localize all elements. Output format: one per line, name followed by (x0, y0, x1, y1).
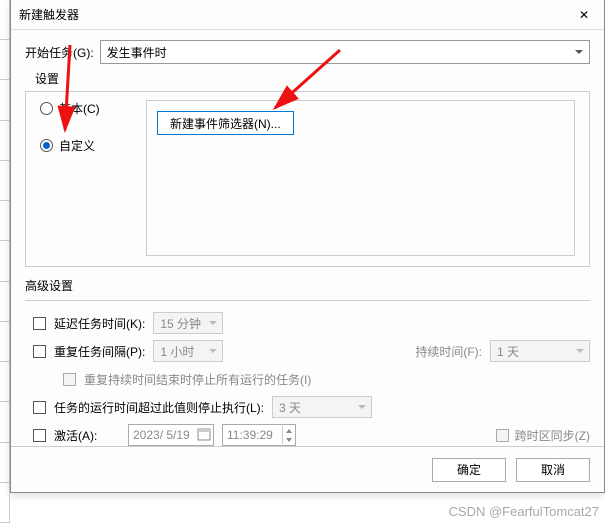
cancel-button[interactable]: 取消 (516, 458, 590, 482)
timeout-value: 3 天 (279, 399, 301, 416)
spinner-icon[interactable] (282, 426, 294, 444)
title-bar: 新建触发器 ✕ (11, 0, 604, 30)
activate-time[interactable]: 11:39:29 (222, 424, 296, 446)
close-icon: ✕ (579, 8, 589, 22)
delay-select[interactable]: 15 分钟 (153, 312, 223, 334)
new-event-filter-button[interactable]: 新建事件筛选器(N)... (157, 111, 294, 135)
repeat-value: 1 小时 (160, 343, 194, 360)
radio-basic-label: 基本(C) (59, 100, 100, 117)
radio-custom[interactable] (40, 139, 53, 152)
activate-checkbox[interactable] (33, 429, 46, 442)
activate-time-value: 11:39:29 (227, 428, 273, 442)
close-button[interactable]: ✕ (564, 0, 604, 30)
stop-after-label: 重复持续时间结束时停止所有运行的任务(I) (84, 371, 311, 388)
dialog-title: 新建触发器 (19, 6, 564, 23)
repeat-label: 重复任务间隔(P): (54, 343, 145, 360)
settings-label: 设置 (35, 70, 590, 87)
stop-after-checkbox (63, 373, 76, 386)
sync-activate-checkbox (496, 429, 509, 442)
ok-button[interactable]: 确定 (432, 458, 506, 482)
activate-date[interactable]: 2023/ 5/19 (128, 424, 214, 446)
ok-label: 确定 (457, 461, 481, 478)
delay-label: 延迟任务时间(K): (54, 315, 145, 332)
duration-value: 1 天 (497, 343, 519, 360)
start-task-label: 开始任务(G): (25, 44, 94, 61)
cancel-label: 取消 (541, 461, 565, 478)
repeat-select[interactable]: 1 小时 (153, 340, 223, 362)
start-task-combo[interactable]: 发生事件时 (100, 40, 590, 64)
activate-label: 激活(A): (54, 427, 120, 444)
dialog-footer: 确定 取消 (11, 446, 604, 492)
advanced-group: 延迟任务时间(K): 15 分钟 重复任务间隔(P): 1 小时 持续时间(F)… (25, 300, 590, 446)
calendar-icon (197, 427, 211, 441)
delay-checkbox[interactable] (33, 317, 46, 330)
activate-date-value: 2023/ 5/19 (133, 428, 190, 442)
settings-group: 基本(C) 自定义 新建事件筛选器(N)... (25, 91, 590, 267)
duration-select[interactable]: 1 天 (490, 340, 590, 362)
new-event-filter-label: 新建事件筛选器(N)... (170, 115, 281, 132)
sync-activate-label: 跨时区同步(Z) (515, 427, 590, 444)
timeout-label: 任务的运行时间超过此值则停止执行(L): (54, 399, 264, 416)
radio-basic-row[interactable]: 基本(C) (40, 100, 100, 117)
timeout-select[interactable]: 3 天 (272, 396, 372, 418)
custom-panel: 新建事件筛选器(N)... (146, 100, 575, 256)
timeout-checkbox[interactable] (33, 401, 46, 414)
dialog-new-trigger: 新建触发器 ✕ 开始任务(G): 发生事件时 设置 基本(C) (10, 0, 605, 493)
advanced-label: 高级设置 (25, 277, 590, 294)
watermark: CSDN @FearfulTomcat27 (449, 504, 599, 519)
radio-custom-label: 自定义 (59, 137, 95, 154)
delay-value: 15 分钟 (160, 315, 201, 332)
radio-custom-row[interactable]: 自定义 (40, 137, 100, 154)
repeat-checkbox[interactable] (33, 345, 46, 358)
start-task-value: 发生事件时 (107, 44, 167, 61)
duration-label: 持续时间(F): (415, 343, 482, 360)
radio-basic[interactable] (40, 102, 53, 115)
